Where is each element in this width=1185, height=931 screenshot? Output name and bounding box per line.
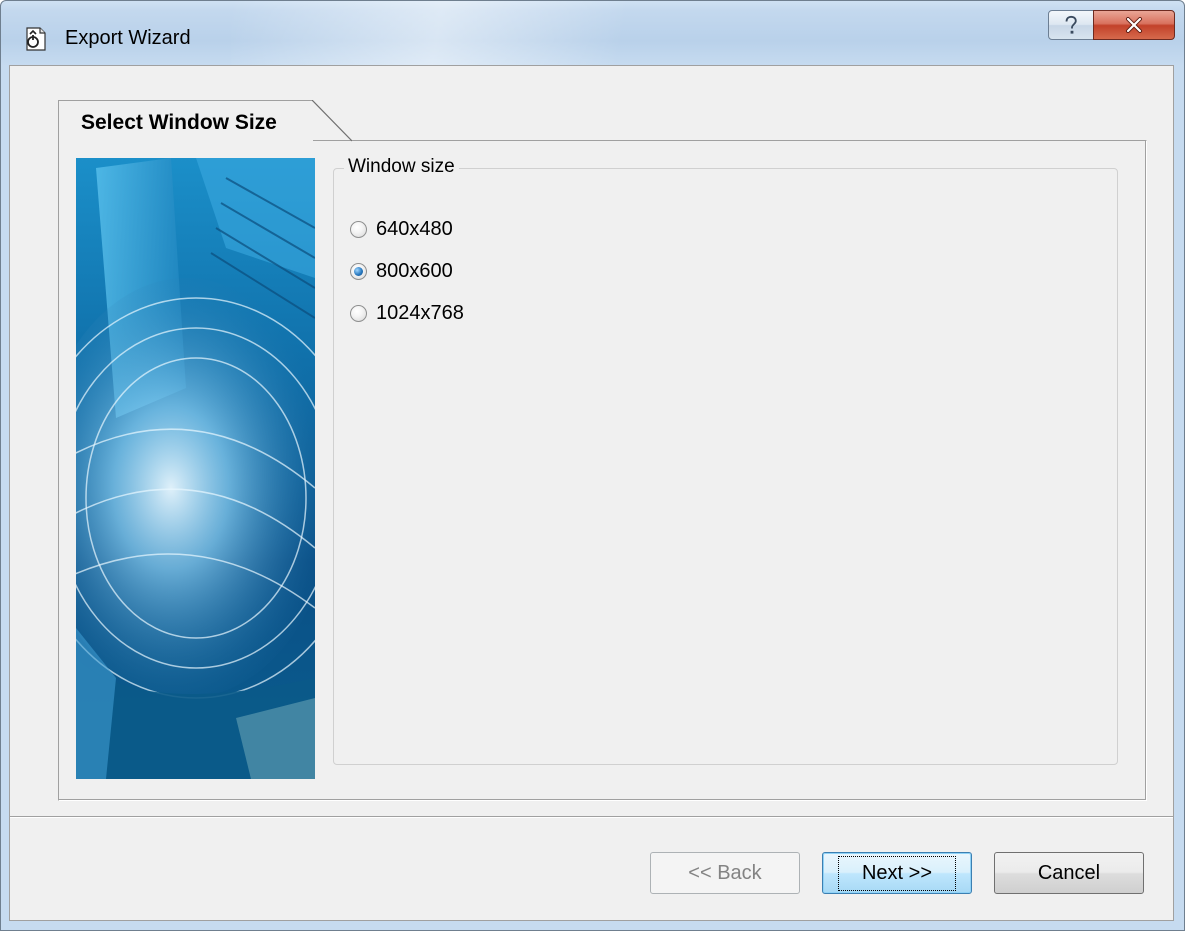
radio-button[interactable] (350, 220, 367, 238)
tab-label: Select Window Size (81, 111, 277, 134)
window-size-group-label: Window size (344, 156, 459, 178)
radio-label[interactable]: 1024x768 (376, 302, 464, 325)
cancel-button[interactable]: Cancel (994, 852, 1144, 894)
next-button[interactable]: Next >> (822, 852, 972, 894)
title-bar[interactable]: Export Wizard (1, 1, 1184, 65)
back-button-label: << Back (688, 861, 762, 884)
tab-slant-edge (312, 100, 352, 142)
wizard-side-image (76, 158, 315, 779)
radio-label[interactable]: 800x600 (376, 260, 453, 283)
help-button[interactable] (1048, 10, 1094, 40)
window-title: Export Wizard (65, 27, 191, 49)
next-button-label: Next >> (837, 855, 957, 891)
back-button[interactable]: << Back (650, 852, 800, 894)
cancel-button-label: Cancel (1037, 861, 1101, 884)
close-button[interactable] (1093, 10, 1175, 40)
radio-label[interactable]: 640x480 (376, 218, 453, 241)
radio-option-1024x768[interactable]: 1024x768 (350, 300, 464, 326)
export-document-icon (26, 27, 46, 51)
wizard-client-area: Select Window Size Window size 640x480 8… (9, 65, 1174, 921)
radio-option-640x480[interactable]: 640x480 (350, 216, 453, 242)
radio-button-selected[interactable] (350, 262, 367, 280)
title-bar-sheen (231, 1, 751, 65)
tab-select-window-size: Select Window Size (58, 100, 313, 141)
question-mark-icon (1065, 15, 1077, 34)
export-wizard-window: Export Wizard Select Window Size Window … (0, 0, 1185, 931)
radio-option-800x600[interactable]: 800x600 (350, 258, 453, 284)
radio-button[interactable] (350, 304, 367, 322)
close-x-icon (1126, 17, 1142, 33)
button-separator (10, 816, 1173, 818)
